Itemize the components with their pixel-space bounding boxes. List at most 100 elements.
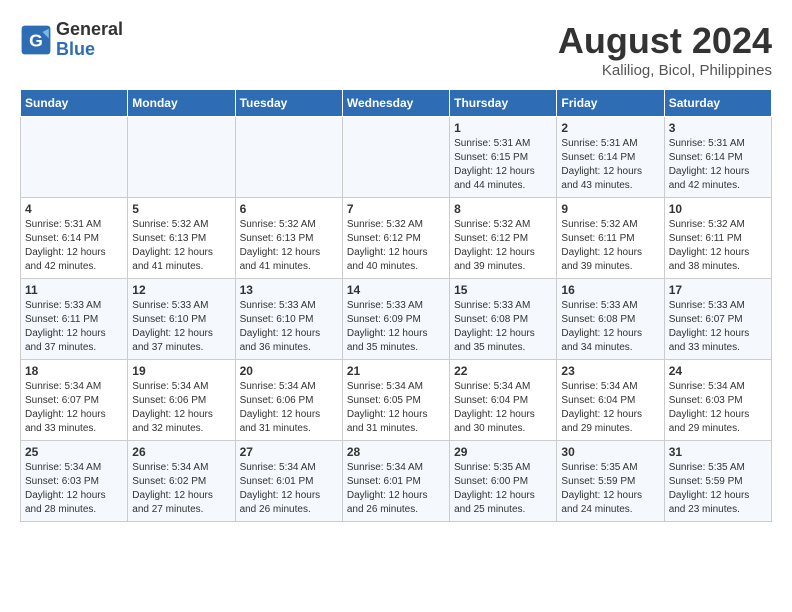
day-number: 13 xyxy=(240,283,338,297)
table-row: 11Sunrise: 5:33 AM Sunset: 6:11 PM Dayli… xyxy=(21,279,128,360)
day-info: Sunrise: 5:32 AM Sunset: 6:11 PM Dayligh… xyxy=(561,218,659,274)
header-monday: Monday xyxy=(128,90,235,117)
day-info: Sunrise: 5:32 AM Sunset: 6:11 PM Dayligh… xyxy=(669,218,767,274)
day-number: 27 xyxy=(240,445,338,459)
day-info: Sunrise: 5:31 AM Sunset: 6:14 PM Dayligh… xyxy=(25,218,123,274)
day-info: Sunrise: 5:35 AM Sunset: 5:59 PM Dayligh… xyxy=(669,461,767,517)
page-header: G General Blue August 2024 Kaliliog, Bic… xyxy=(20,20,772,79)
day-info: Sunrise: 5:32 AM Sunset: 6:12 PM Dayligh… xyxy=(347,218,445,274)
table-row: 24Sunrise: 5:34 AM Sunset: 6:03 PM Dayli… xyxy=(664,360,771,441)
day-number: 15 xyxy=(454,283,552,297)
table-row: 12 Sunrise: 5:33 AM Sunset: 6:10 PM Dayli… xyxy=(128,279,235,360)
day-number: 23 xyxy=(561,364,659,378)
day-info: Sunrise: 5:34 AM Sunset: 6:01 PM Dayligh… xyxy=(347,461,445,517)
table-row: 21 Sunrise: 5:34 AM Sunset: 6:05 PM Dayli… xyxy=(342,360,449,441)
header-saturday: Saturday xyxy=(664,90,771,117)
day-number: 21 xyxy=(347,364,445,378)
day-info: Sunrise: 5:32 AM Sunset: 6:12 PM Dayligh… xyxy=(454,218,552,274)
day-info: Sunrise: 5:33 AM Sunset: 6:09 PM Dayligh… xyxy=(347,299,445,355)
table-row: 13 Sunrise: 5:33 AM Sunset: 6:10 PM Dayli… xyxy=(235,279,342,360)
calendar-week-row: 18 Sunrise: 5:34 AM Sunset: 6:07 PM Dayli… xyxy=(21,360,772,441)
table-row: 9 Sunrise: 5:32 AM Sunset: 6:11 PM Daylig… xyxy=(557,198,664,279)
day-info: Sunrise: 5:33 AM Sunset: 6:10 PM Dayligh… xyxy=(240,299,338,355)
day-number: 17 xyxy=(669,283,767,297)
day-number: 12 xyxy=(132,283,230,297)
day-info: Sunrise: 5:32 AM Sunset: 6:13 PM Dayligh… xyxy=(240,218,338,274)
table-row: 23 Sunrise: 5:34 AM Sunset: 6:04 PM Dayli… xyxy=(557,360,664,441)
table-row: 18 Sunrise: 5:34 AM Sunset: 6:07 PM Dayli… xyxy=(21,360,128,441)
day-number: 20 xyxy=(240,364,338,378)
day-number: 14 xyxy=(347,283,445,297)
table-row: 6 Sunrise: 5:32 AM Sunset: 6:13 PM Daylig… xyxy=(235,198,342,279)
day-info: Sunrise: 5:34 AM Sunset: 6:01 PM Dayligh… xyxy=(240,461,338,517)
day-number: 1 xyxy=(454,121,552,135)
header-thursday: Thursday xyxy=(450,90,557,117)
table-row: 29 Sunrise: 5:35 AM Sunset: 6:00 PM Dayli… xyxy=(450,441,557,522)
day-info: Sunrise: 5:34 AM Sunset: 6:02 PM Dayligh… xyxy=(132,461,230,517)
table-row: 5 Sunrise: 5:32 AM Sunset: 6:13 PM Daylig… xyxy=(128,198,235,279)
calendar-week-row: 11Sunrise: 5:33 AM Sunset: 6:11 PM Dayli… xyxy=(21,279,772,360)
table-row: 15Sunrise: 5:33 AM Sunset: 6:08 PM Dayli… xyxy=(450,279,557,360)
header-sunday: Sunday xyxy=(21,90,128,117)
day-number: 22 xyxy=(454,364,552,378)
day-number: 30 xyxy=(561,445,659,459)
day-number: 18 xyxy=(25,364,123,378)
day-info: Sunrise: 5:34 AM Sunset: 6:06 PM Dayligh… xyxy=(132,380,230,436)
day-number: 6 xyxy=(240,202,338,216)
day-number: 31 xyxy=(669,445,767,459)
day-info: Sunrise: 5:32 AM Sunset: 6:13 PM Dayligh… xyxy=(132,218,230,274)
day-number: 4 xyxy=(25,202,123,216)
day-info: Sunrise: 5:35 AM Sunset: 5:59 PM Dayligh… xyxy=(561,461,659,517)
day-number: 3 xyxy=(669,121,767,135)
day-info: Sunrise: 5:34 AM Sunset: 6:03 PM Dayligh… xyxy=(25,461,123,517)
day-number: 2 xyxy=(561,121,659,135)
day-info: Sunrise: 5:31 AM Sunset: 6:14 PM Dayligh… xyxy=(669,137,767,193)
logo-text: General Blue xyxy=(56,20,123,60)
table-row: 25 Sunrise: 5:34 AM Sunset: 6:03 PM Dayli… xyxy=(21,441,128,522)
day-info: Sunrise: 5:34 AM Sunset: 6:07 PM Dayligh… xyxy=(25,380,123,436)
calendar-week-row: 4 Sunrise: 5:31 AM Sunset: 6:14 PM Daylig… xyxy=(21,198,772,279)
table-row: 26Sunrise: 5:34 AM Sunset: 6:02 PM Dayli… xyxy=(128,441,235,522)
day-number: 8 xyxy=(454,202,552,216)
day-info: Sunrise: 5:33 AM Sunset: 6:08 PM Dayligh… xyxy=(561,299,659,355)
day-info: Sunrise: 5:34 AM Sunset: 6:05 PM Dayligh… xyxy=(347,380,445,436)
table-row: 17 Sunrise: 5:33 AM Sunset: 6:07 PM Dayli… xyxy=(664,279,771,360)
day-number: 11 xyxy=(25,283,123,297)
table-row: 14 Sunrise: 5:33 AM Sunset: 6:09 PM Dayli… xyxy=(342,279,449,360)
table-row: 7Sunrise: 5:32 AM Sunset: 6:12 PM Daylig… xyxy=(342,198,449,279)
day-number: 25 xyxy=(25,445,123,459)
day-info: Sunrise: 5:34 AM Sunset: 6:06 PM Dayligh… xyxy=(240,380,338,436)
day-info: Sunrise: 5:35 AM Sunset: 6:00 PM Dayligh… xyxy=(454,461,552,517)
calendar-week-row: 25 Sunrise: 5:34 AM Sunset: 6:03 PM Dayli… xyxy=(21,441,772,522)
day-number: 5 xyxy=(132,202,230,216)
calendar-header-row: Sunday Monday Tuesday Wednesday Thursday… xyxy=(21,90,772,117)
day-info: Sunrise: 5:33 AM Sunset: 6:07 PM Dayligh… xyxy=(669,299,767,355)
table-row xyxy=(21,117,128,198)
table-row: 31 Sunrise: 5:35 AM Sunset: 5:59 PM Dayli… xyxy=(664,441,771,522)
day-number: 9 xyxy=(561,202,659,216)
day-info: Sunrise: 5:31 AM Sunset: 6:15 PM Dayligh… xyxy=(454,137,552,193)
day-info: Sunrise: 5:34 AM Sunset: 6:04 PM Dayligh… xyxy=(561,380,659,436)
table-row: 22 Sunrise: 5:34 AM Sunset: 6:04 PM Dayli… xyxy=(450,360,557,441)
day-number: 16 xyxy=(561,283,659,297)
table-row: 8 Sunrise: 5:32 AM Sunset: 6:12 PM Daylig… xyxy=(450,198,557,279)
location-subtitle: Kaliliog, Bicol, Philippines xyxy=(558,62,772,79)
table-row: 19 Sunrise: 5:34 AM Sunset: 6:06 PM Dayli… xyxy=(128,360,235,441)
calendar-table: Sunday Monday Tuesday Wednesday Thursday… xyxy=(20,89,772,522)
day-number: 10 xyxy=(669,202,767,216)
day-number: 29 xyxy=(454,445,552,459)
table-row: 2 Sunrise: 5:31 AM Sunset: 6:14 PM Daylig… xyxy=(557,117,664,198)
month-title: August 2024 xyxy=(558,20,772,62)
table-row: 20 Sunrise: 5:34 AM Sunset: 6:06 PM Dayli… xyxy=(235,360,342,441)
table-row: 16 Sunrise: 5:33 AM Sunset: 6:08 PM Dayli… xyxy=(557,279,664,360)
svg-text:G: G xyxy=(29,30,43,50)
header-tuesday: Tuesday xyxy=(235,90,342,117)
day-number: 24 xyxy=(669,364,767,378)
day-info: Sunrise: 5:34 AM Sunset: 6:04 PM Dayligh… xyxy=(454,380,552,436)
table-row: 10 Sunrise: 5:32 AM Sunset: 6:11 PM Dayli… xyxy=(664,198,771,279)
day-info: Sunrise: 5:31 AM Sunset: 6:14 PM Dayligh… xyxy=(561,137,659,193)
table-row: 3 Sunrise: 5:31 AM Sunset: 6:14 PM Daylig… xyxy=(664,117,771,198)
table-row xyxy=(342,117,449,198)
day-number: 19 xyxy=(132,364,230,378)
day-info: Sunrise: 5:33 AM Sunset: 6:10 PM Dayligh… xyxy=(132,299,230,355)
